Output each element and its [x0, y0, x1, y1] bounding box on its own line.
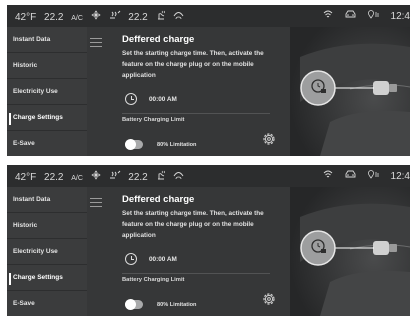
clock-icon[interactable]: [125, 93, 137, 105]
battery-limit-heading: Battery Charging Limit: [122, 117, 185, 123]
charge-start-time[interactable]: 00:00 AM: [149, 256, 177, 263]
status-bar: 42°F 22.2 A/C 22.2 12:4: [7, 165, 410, 187]
deferred-charge-panel: Deffered charge Set the starting charge …: [105, 187, 305, 316]
sidebar-item-historic[interactable]: Historic: [7, 53, 87, 79]
gear-icon[interactable]: [261, 131, 277, 147]
climate-status: 42°F 22.2 A/C 22.2: [15, 10, 189, 23]
clock-time: 12:4: [390, 171, 410, 182]
wifi-icon: [323, 10, 336, 22]
battery-limit-heading: Battery Charging Limit: [122, 277, 185, 283]
limit-label: 80% Limitation: [157, 302, 197, 308]
sidebar-item-e-save[interactable]: E-Save: [7, 131, 87, 156]
car-charging-illustration: [290, 27, 410, 156]
cabin-temperature-left[interactable]: 22.2: [44, 12, 63, 23]
outside-temperature: 42°F: [15, 12, 37, 23]
gear-icon[interactable]: [261, 291, 277, 307]
fan-icon[interactable]: [91, 170, 104, 183]
sidebar-item-electricity-use[interactable]: Electricity Use: [7, 239, 87, 265]
limit-label: 80% Limitation: [157, 142, 197, 148]
outside-temperature: 42°F: [15, 172, 37, 183]
panel-title: Deffered charge: [122, 194, 195, 205]
panel-description: Set the starting charge time. Then, acti…: [122, 50, 264, 79]
car-connect-icon: [345, 10, 359, 22]
fan-icon[interactable]: [91, 10, 104, 23]
status-bar: 42°F 22.2 A/C 22.2 12:4: [7, 5, 410, 27]
charge-start-time[interactable]: 00:00 AM: [149, 96, 177, 103]
deferred-charge-panel: Deffered charge Set the starting charge …: [105, 27, 305, 156]
sidebar-item-instant-data[interactable]: Instant Data: [7, 27, 87, 53]
wifi-icon: [323, 170, 336, 182]
limit-toggle[interactable]: [125, 299, 143, 310]
steering-heat-icon[interactable]: [173, 172, 184, 183]
clock-icon[interactable]: [125, 253, 137, 265]
charge-settings-screen: 42°F 22.2 A/C 22.2 12:4 Instant Data His…: [7, 165, 410, 316]
panel-title: Deffered charge: [122, 34, 195, 45]
menu-icon[interactable]: [90, 198, 102, 207]
sidebar-item-instant-data[interactable]: Instant Data: [7, 187, 87, 213]
car-connect-icon: [345, 170, 359, 182]
ac-label[interactable]: A/C: [71, 15, 83, 22]
charge-settings-screen: 42°F 22.2 A/C 22.2 12:4 Instant Data His…: [7, 5, 410, 156]
clock-time: 12:4: [390, 11, 410, 22]
location-icon: [367, 10, 382, 22]
cabin-temperature-left[interactable]: 22.2: [44, 172, 63, 183]
location-icon: [367, 170, 382, 182]
sidebar: Instant Data Historic Electricity Use Ch…: [7, 27, 87, 156]
ac-label[interactable]: A/C: [71, 175, 83, 182]
cabin-temperature-right[interactable]: 22.2: [128, 12, 147, 23]
sidebar-item-charge-settings[interactable]: Charge Settings: [7, 105, 87, 131]
divider: [122, 113, 270, 114]
climate-status: 42°F 22.2 A/C 22.2: [15, 170, 189, 183]
steering-heat-icon[interactable]: [173, 12, 184, 23]
cabin-temperature-right[interactable]: 22.2: [128, 172, 147, 183]
sidebar-item-electricity-use[interactable]: Electricity Use: [7, 79, 87, 105]
system-status: 12:4: [314, 170, 410, 182]
sidebar-item-e-save[interactable]: E-Save: [7, 291, 87, 316]
panel-description: Set the starting charge time. Then, acti…: [122, 210, 264, 239]
airflow-icon[interactable]: [109, 10, 124, 23]
system-status: 12:4: [314, 10, 410, 22]
car-charging-illustration: [290, 187, 410, 316]
sidebar-item-historic[interactable]: Historic: [7, 213, 87, 239]
sidebar-item-charge-settings[interactable]: Charge Settings: [7, 265, 87, 291]
seat-heat-icon[interactable]: [156, 170, 169, 183]
limit-toggle[interactable]: [125, 139, 143, 150]
seat-heat-icon[interactable]: [156, 10, 169, 23]
sidebar: Instant Data Historic Electricity Use Ch…: [7, 187, 87, 316]
airflow-icon[interactable]: [109, 170, 124, 183]
menu-icon[interactable]: [90, 38, 102, 47]
divider: [122, 273, 270, 274]
